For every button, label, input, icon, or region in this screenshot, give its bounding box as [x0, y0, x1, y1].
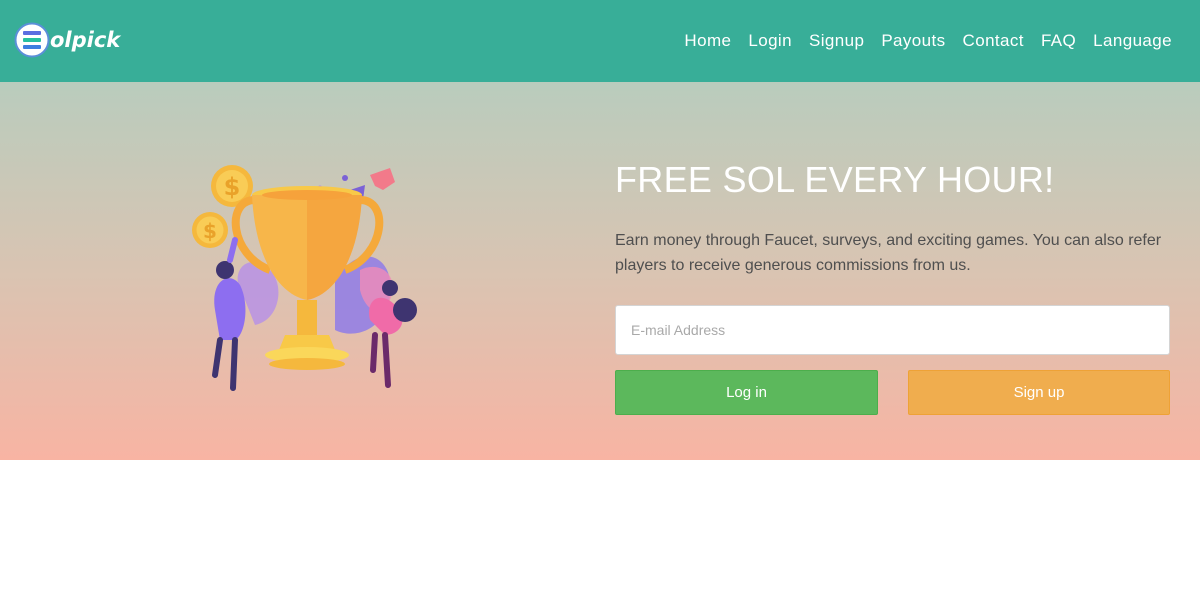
- trophy-celebration-illustration: $ $: [192, 165, 417, 391]
- svg-text:$: $: [224, 173, 241, 201]
- solana-s-logo-icon: [14, 22, 50, 58]
- nav-item-login[interactable]: Login: [748, 31, 792, 51]
- nav-item-signup[interactable]: Signup: [809, 31, 864, 51]
- hero-headline: FREE SOL EVERY HOUR!: [615, 159, 1055, 200]
- hero-description: Earn money through Faucet, surveys, and …: [615, 232, 1162, 274]
- nav-item-language[interactable]: Language: [1093, 31, 1172, 51]
- signup-button[interactable]: Sign up: [908, 370, 1170, 415]
- nav-item-contact[interactable]: Contact: [963, 31, 1024, 51]
- login-button[interactable]: Log in: [615, 370, 878, 415]
- nav-item-payouts[interactable]: Payouts: [881, 31, 945, 51]
- svg-text:$: $: [203, 219, 217, 243]
- brand-logo[interactable]: olpick: [14, 22, 120, 58]
- brand-name: olpick: [50, 28, 121, 52]
- hero-section: $ $ FREE SOL EVERY HOUR! Earn money thro…: [0, 82, 1200, 460]
- navbar: olpick Home Login Signup Payouts Contact…: [0, 0, 1200, 82]
- nav-item-faq[interactable]: FAQ: [1041, 31, 1076, 51]
- email-input[interactable]: [615, 305, 1170, 355]
- nav-item-home[interactable]: Home: [684, 31, 731, 51]
- main-nav: Home Login Signup Payouts Contact FAQ La…: [684, 0, 1172, 82]
